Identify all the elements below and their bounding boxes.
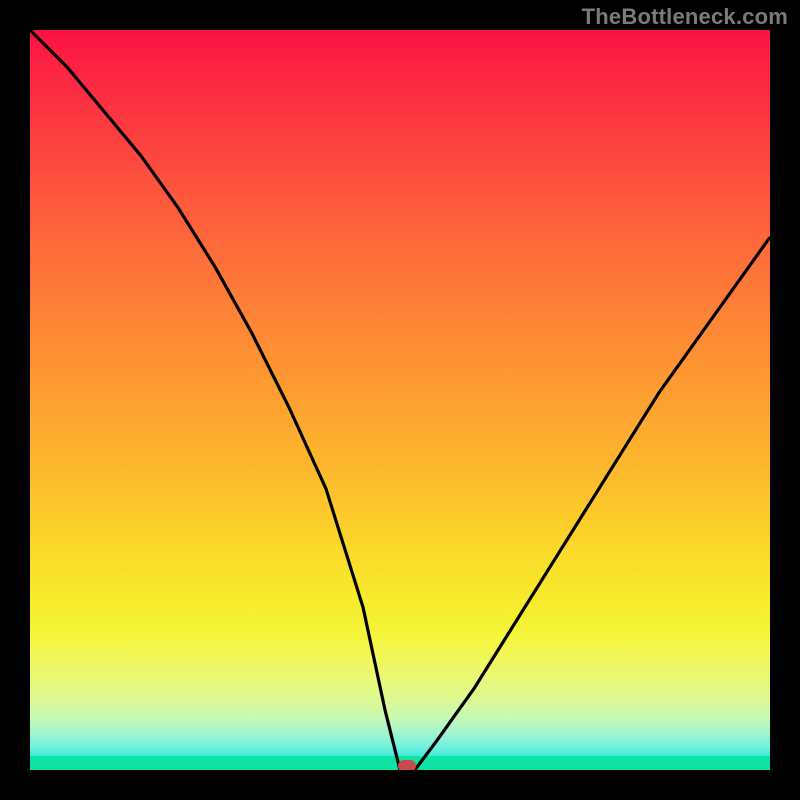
plot-area — [30, 30, 770, 770]
attribution-text: TheBottleneck.com — [582, 4, 788, 30]
curve-path — [30, 30, 770, 770]
chart-frame: TheBottleneck.com — [0, 0, 800, 800]
bottleneck-curve — [30, 30, 770, 770]
optimal-point-marker — [398, 760, 416, 770]
